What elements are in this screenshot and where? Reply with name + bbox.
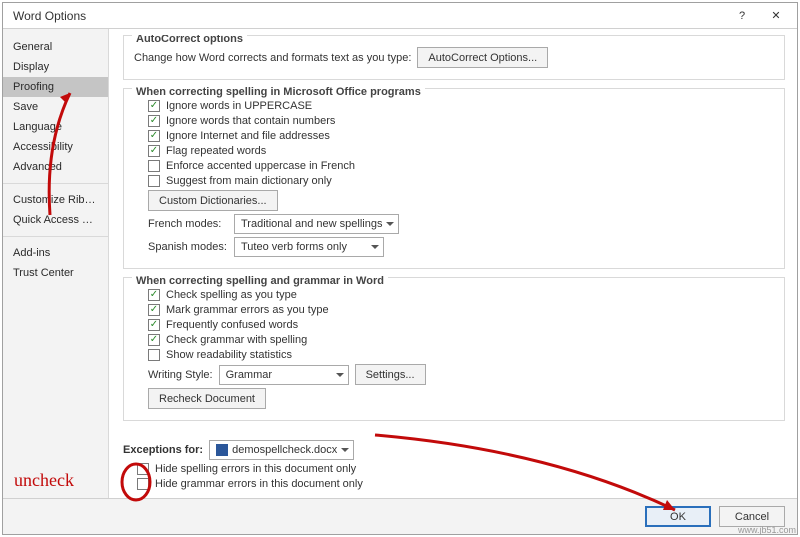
- checkbox-label: Show readability statistics: [166, 349, 292, 361]
- select-value: Traditional and new spellings: [241, 218, 382, 230]
- exceptions-select[interactable]: demospellcheck.docx: [209, 440, 354, 460]
- writing-style-label: Writing Style:: [148, 369, 213, 381]
- checkbox-label: Ignore words in UPPERCASE: [166, 100, 312, 112]
- help-button[interactable]: ?: [725, 5, 759, 27]
- cancel-button[interactable]: Cancel: [719, 506, 785, 527]
- sidebar: General Display Proofing Save Language A…: [3, 29, 109, 498]
- recheck-document-button[interactable]: Recheck Document: [148, 388, 266, 409]
- exceptions-section: Exceptions for: demospellcheck.docx Hide…: [123, 429, 785, 490]
- autocorrect-text: Change how Word corrects and formats tex…: [134, 52, 411, 64]
- main-panel: AutoCorrect options Change how Word corr…: [109, 29, 797, 498]
- sidebar-separator: [3, 183, 108, 184]
- close-icon: ✕: [771, 9, 780, 22]
- writing-style-select[interactable]: Grammar: [219, 365, 349, 385]
- checkbox-label: Ignore Internet and file addresses: [166, 130, 330, 142]
- sidebar-item-general[interactable]: General: [3, 37, 108, 57]
- checkbox-french-accent[interactable]: [148, 160, 160, 172]
- exceptions-label: Exceptions for:: [123, 444, 203, 456]
- checkbox-label: Enforce accented uppercase in French: [166, 160, 355, 172]
- checkbox-uppercase[interactable]: [148, 100, 160, 112]
- watermark: www.jb51.com: [738, 525, 796, 535]
- spanish-modes-label: Spanish modes:: [148, 241, 228, 253]
- sidebar-item-addins[interactable]: Add-ins: [3, 243, 108, 263]
- checkbox-main-dict[interactable]: [148, 175, 160, 187]
- word-spelling-section: When correcting spelling and grammar in …: [123, 277, 785, 421]
- checkbox-readability[interactable]: [148, 349, 160, 361]
- autocorrect-section: AutoCorrect options Change how Word corr…: [123, 35, 785, 80]
- section-title: AutoCorrect options: [132, 35, 247, 45]
- section-title: When correcting spelling and grammar in …: [132, 275, 388, 287]
- sidebar-item-save[interactable]: Save: [3, 97, 108, 117]
- checkbox-label: Hide spelling errors in this document on…: [155, 463, 356, 475]
- office-spelling-section: When correcting spelling in Microsoft Of…: [123, 88, 785, 269]
- sidebar-item-qat[interactable]: Quick Access Toolbar: [3, 210, 108, 230]
- french-modes-select[interactable]: Traditional and new spellings: [234, 214, 399, 234]
- section-title: When correcting spelling in Microsoft Of…: [132, 86, 425, 98]
- word-options-dialog: Word Options ? ✕ General Display Proofin…: [2, 2, 798, 535]
- checkbox-label: Ignore words that contain numbers: [166, 115, 335, 127]
- select-value: Grammar: [226, 369, 272, 381]
- checkbox-label: Check grammar with spelling: [166, 334, 307, 346]
- window-title: Word Options: [13, 9, 725, 23]
- dialog-footer: OK Cancel: [3, 498, 797, 534]
- checkbox-grammar-spelling[interactable]: [148, 334, 160, 346]
- checkbox-label: Mark grammar errors as you type: [166, 304, 329, 316]
- checkbox-repeated[interactable]: [148, 145, 160, 157]
- help-icon: ?: [739, 10, 745, 22]
- select-value: Tuteo verb forms only: [241, 241, 347, 253]
- spanish-modes-select[interactable]: Tuteo verb forms only: [234, 237, 384, 257]
- checkbox-grammar-as-type[interactable]: [148, 304, 160, 316]
- checkbox-numbers[interactable]: [148, 115, 160, 127]
- checkbox-confused-words[interactable]: [148, 319, 160, 331]
- sidebar-item-advanced[interactable]: Advanced: [3, 157, 108, 177]
- sidebar-item-accessibility[interactable]: Accessibility: [3, 137, 108, 157]
- checkbox-label: Frequently confused words: [166, 319, 298, 331]
- checkbox-label: Check spelling as you type: [166, 289, 297, 301]
- checkbox-hide-grammar[interactable]: [137, 478, 149, 490]
- select-value: demospellcheck.docx: [232, 444, 337, 456]
- checkbox-label: Flag repeated words: [166, 145, 266, 157]
- sidebar-separator: [3, 236, 108, 237]
- close-button[interactable]: ✕: [759, 5, 793, 27]
- checkbox-label: Suggest from main dictionary only: [166, 175, 332, 187]
- dialog-body: General Display Proofing Save Language A…: [3, 29, 797, 498]
- checkbox-label: Hide grammar errors in this document onl…: [155, 478, 363, 490]
- sidebar-item-proofing[interactable]: Proofing: [3, 77, 108, 97]
- french-modes-label: French modes:: [148, 218, 228, 230]
- custom-dictionaries-button[interactable]: Custom Dictionaries...: [148, 190, 278, 211]
- sidebar-item-language[interactable]: Language: [3, 117, 108, 137]
- autocorrect-options-button[interactable]: AutoCorrect Options...: [417, 47, 548, 68]
- word-doc-icon: [216, 444, 228, 456]
- checkbox-hide-spelling[interactable]: [137, 463, 149, 475]
- sidebar-item-trust[interactable]: Trust Center: [3, 263, 108, 283]
- sidebar-item-ribbon[interactable]: Customize Ribbon: [3, 190, 108, 210]
- checkbox-spell-as-type[interactable]: [148, 289, 160, 301]
- checkbox-internet[interactable]: [148, 130, 160, 142]
- sidebar-item-display[interactable]: Display: [3, 57, 108, 77]
- settings-button[interactable]: Settings...: [355, 364, 426, 385]
- ok-button[interactable]: OK: [645, 506, 711, 527]
- titlebar: Word Options ? ✕: [3, 3, 797, 29]
